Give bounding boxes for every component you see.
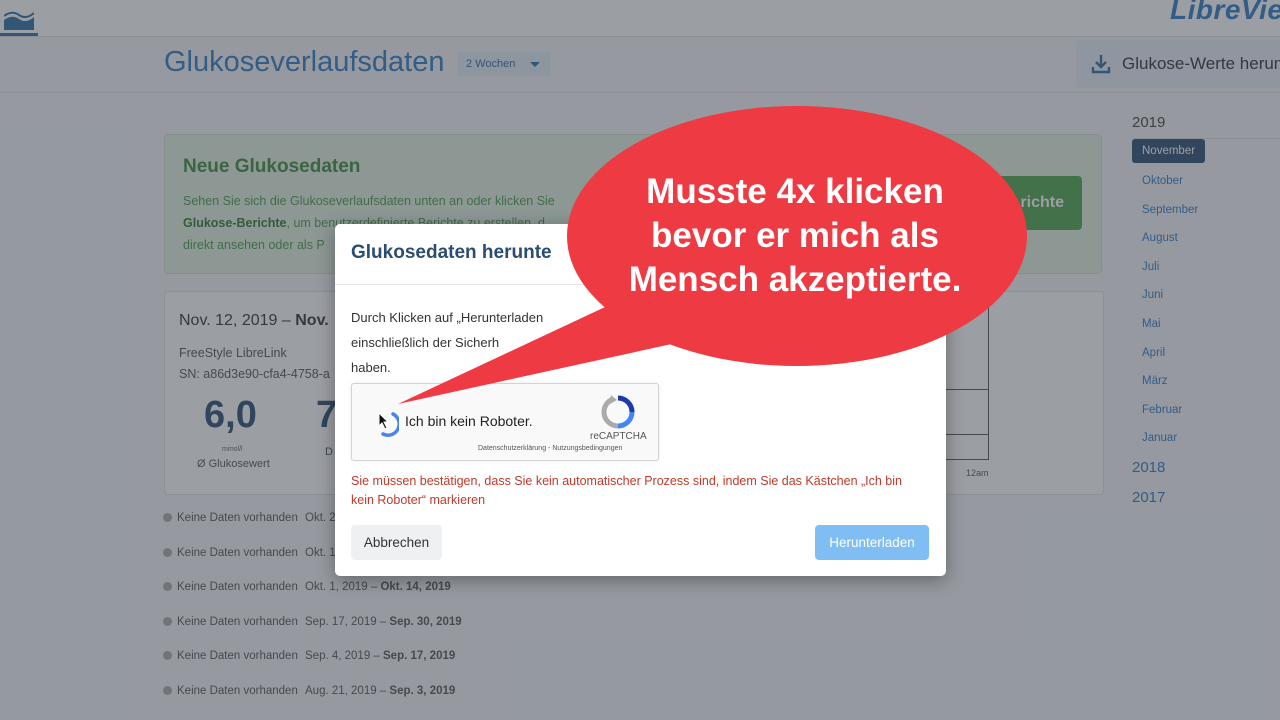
- speech-bubble: [398, 106, 1027, 404]
- speech-bubble-text: Musste 4x klicken bevor er mich als Mens…: [628, 172, 962, 299]
